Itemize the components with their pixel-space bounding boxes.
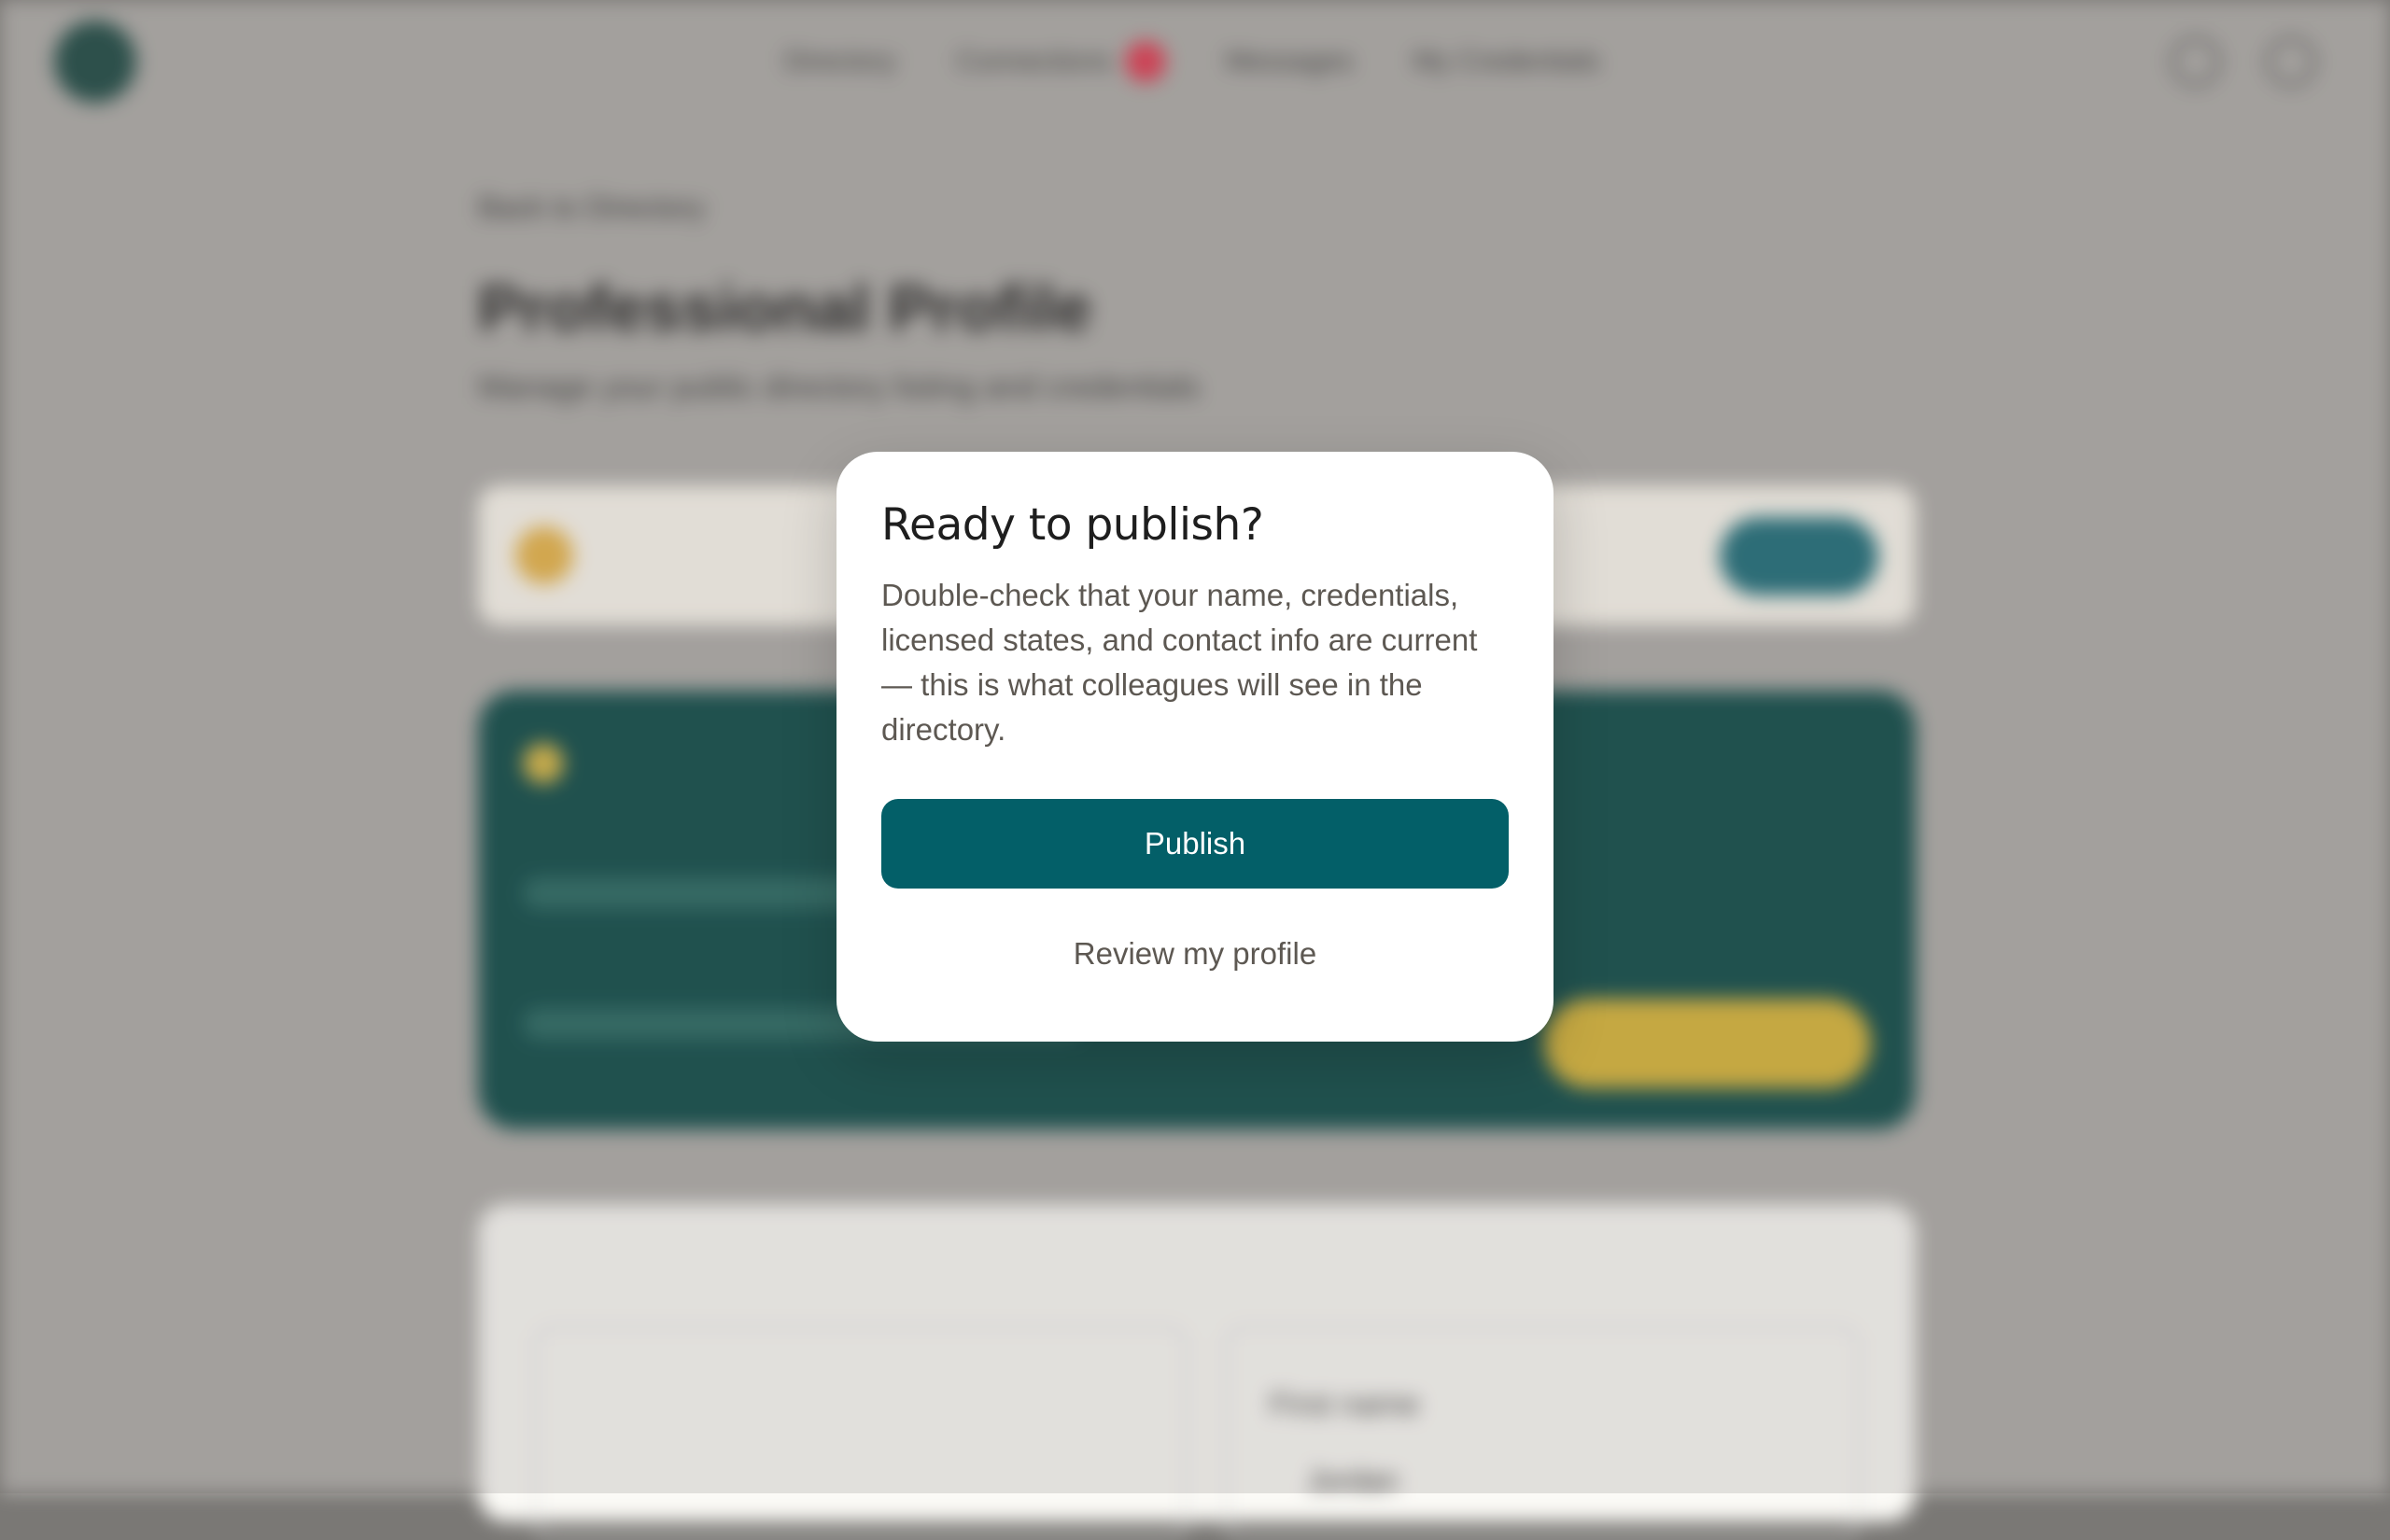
- publish-confirm-dialog: Ready to publish? Double-check that your…: [836, 452, 1554, 1042]
- dialog-title: Ready to publish?: [881, 499, 1264, 551]
- review-profile-button[interactable]: Review my profile: [881, 909, 1509, 999]
- dialog-message: Double-check that your name, credentials…: [881, 578, 1478, 747]
- publish-button[interactable]: Publish: [881, 799, 1509, 889]
